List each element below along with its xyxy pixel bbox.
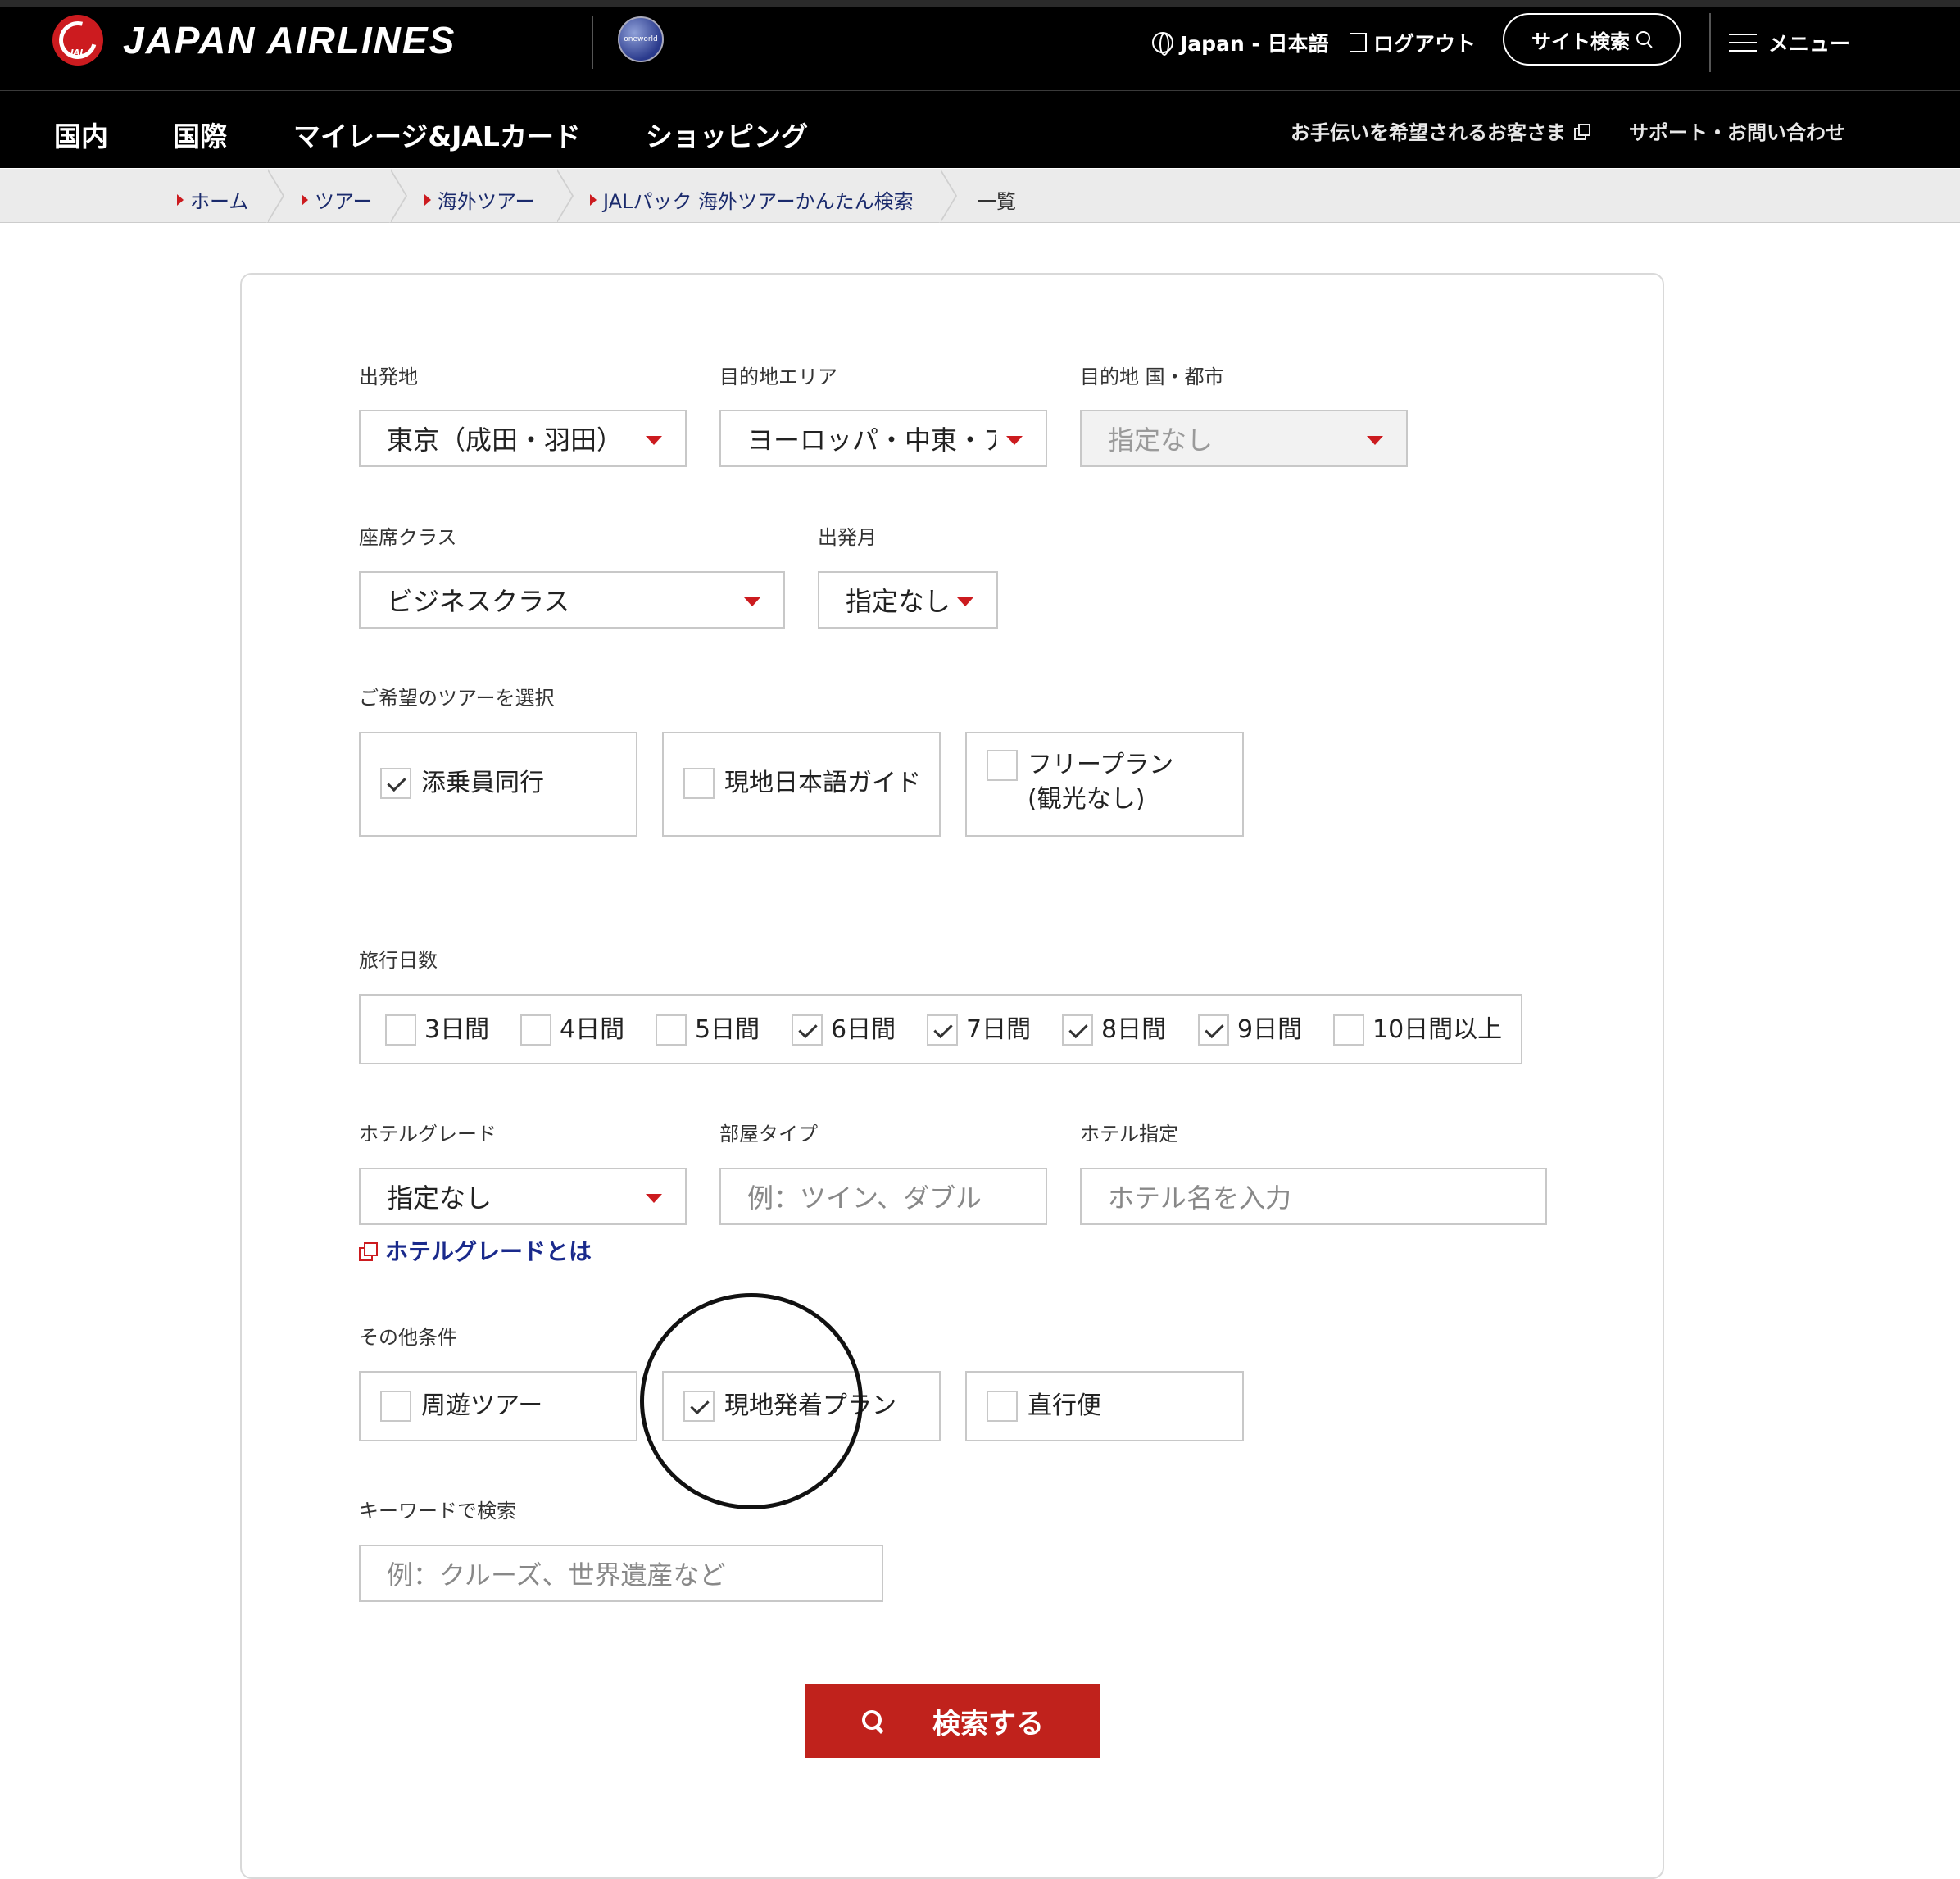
brand-name[interactable]: JAPAN AIRLINES <box>123 18 456 62</box>
caret-down-icon <box>1006 436 1023 445</box>
departure-select[interactable]: 東京（成田・羽田） <box>359 410 687 467</box>
tour-option-free-plan[interactable]: フリープラン (観光なし) <box>965 732 1244 837</box>
travel-days-label: 旅行日数 <box>359 949 438 972</box>
seat-class-label: 座席クラス <box>359 526 457 549</box>
day-5-checkbox[interactable] <box>656 1014 687 1046</box>
nav-assistance-link[interactable]: お手伝いを希望されるお客さま <box>1291 116 1590 145</box>
day-5-label[interactable]: 5日間 <box>695 1013 760 1047</box>
caret-right-icon <box>424 193 431 206</box>
departure-label: 出発地 <box>359 365 418 388</box>
nav-support-link[interactable]: サポート・お問い合わせ <box>1629 116 1845 145</box>
room-type-input[interactable]: 例：ツイン、ダブル <box>719 1168 1047 1225</box>
site-search-button[interactable]: サイト検索 <box>1503 13 1681 66</box>
breadcrumb-home[interactable]: ホーム <box>177 185 248 214</box>
destination-city-select[interactable]: 指定なし <box>1080 410 1408 467</box>
breadcrumb-separator <box>389 169 415 223</box>
language-selector[interactable]: Japan - 日本語 <box>1152 28 1329 57</box>
oneworld-logo-icon[interactable]: oneworld <box>618 16 664 62</box>
day-3-checkbox[interactable] <box>385 1014 416 1046</box>
departure-month-select[interactable]: 指定なし <box>818 571 998 629</box>
hotel-grade-label: ホテルグレード <box>359 1123 497 1146</box>
breadcrumb-tour[interactable]: ツアー <box>302 185 373 214</box>
tour-type-label: ご希望のツアーを選択 <box>359 687 555 710</box>
hotel-label: ホテル指定 <box>1080 1123 1178 1146</box>
caret-down-icon <box>957 597 973 606</box>
caret-down-icon <box>744 597 760 606</box>
destination-area-label: 目的地エリア <box>719 365 837 388</box>
menu-button[interactable]: メニュー <box>1729 28 1850 57</box>
checkbox-icon[interactable] <box>987 750 1018 781</box>
day-6-checkbox[interactable] <box>792 1014 823 1046</box>
new-window-icon <box>1574 123 1590 140</box>
checkbox-icon[interactable] <box>683 768 715 799</box>
day-7-checkbox[interactable] <box>927 1014 958 1046</box>
option-circular-tour[interactable]: 周遊ツアー <box>359 1371 637 1441</box>
destination-area-select[interactable]: ヨーロッパ・中東・ア <box>719 410 1047 467</box>
breadcrumb-search[interactable]: JALパック 海外ツアーかんたん検索 <box>590 185 914 214</box>
destination-city-label: 目的地 国・都市 <box>1080 365 1224 388</box>
logout-icon <box>1350 33 1367 52</box>
day-8-label[interactable]: 8日間 <box>1101 1013 1166 1047</box>
checkbox-icon[interactable] <box>683 1391 715 1422</box>
breadcrumb-separator <box>939 169 965 223</box>
nav-shopping[interactable]: ショッピング <box>646 115 808 154</box>
hotel-name-input[interactable]: ホテル名を入力 <box>1080 1168 1547 1225</box>
day-4-checkbox[interactable] <box>520 1014 551 1046</box>
room-type-label: 部屋タイプ <box>719 1123 818 1146</box>
breadcrumb-current: 一覧 <box>977 190 1016 213</box>
day-9-label[interactable]: 9日間 <box>1237 1013 1302 1047</box>
departure-month-label: 出発月 <box>818 526 877 549</box>
nav-international[interactable]: 国際 <box>173 115 227 154</box>
checkbox-icon[interactable] <box>380 1391 411 1422</box>
caret-down-icon <box>646 436 662 445</box>
day-10-label[interactable]: 10日間以上 <box>1372 1013 1502 1047</box>
search-icon <box>1636 31 1653 48</box>
tour-option-escorted[interactable]: 添乗員同行 <box>359 732 637 837</box>
other-conditions-label: その他条件 <box>359 1326 457 1349</box>
breadcrumb-overseas[interactable]: 海外ツアー <box>424 185 535 214</box>
seat-class-select[interactable]: ビジネスクラス <box>359 571 785 629</box>
day-7-label[interactable]: 7日間 <box>966 1013 1031 1047</box>
header-divider <box>592 16 593 69</box>
day-6-label[interactable]: 6日間 <box>831 1013 896 1047</box>
caret-down-icon <box>646 1194 662 1203</box>
caret-right-icon <box>302 193 308 206</box>
day-3-label[interactable]: 3日間 <box>424 1013 489 1047</box>
top-header: JAL JAPAN AIRLINES oneworld Japan - 日本語 … <box>0 0 1960 90</box>
hotel-grade-select[interactable]: 指定なし <box>359 1168 687 1225</box>
globe-icon <box>1152 32 1173 56</box>
hotel-grade-info-link[interactable]: ホテルグレードとは <box>359 1234 592 1267</box>
option-local-departure-plan[interactable]: 現地発着プラン <box>662 1371 941 1441</box>
keyword-label: キーワードで検索 <box>359 1500 516 1523</box>
menu-icon <box>1729 34 1757 52</box>
search-submit-button[interactable]: 検索する <box>805 1684 1100 1758</box>
header-divider <box>1709 13 1711 72</box>
tour-option-local-guide[interactable]: 現地日本語ガイド <box>662 732 941 837</box>
nav-mileage[interactable]: マイレージ&JALカード <box>293 115 581 154</box>
checkbox-icon[interactable] <box>380 768 411 799</box>
day-10-checkbox[interactable] <box>1333 1014 1364 1046</box>
search-icon <box>862 1710 883 1731</box>
caret-right-icon <box>177 193 184 206</box>
nav-domestic[interactable]: 国内 <box>54 115 108 154</box>
day-9-checkbox[interactable] <box>1198 1014 1229 1046</box>
external-link-icon <box>359 1242 378 1261</box>
search-form-card <box>240 273 1664 1879</box>
day-8-checkbox[interactable] <box>1062 1014 1093 1046</box>
logout-link[interactable]: ログアウト <box>1350 28 1476 57</box>
jal-logo-icon[interactable]: JAL <box>52 14 104 66</box>
checkbox-icon[interactable] <box>987 1391 1018 1422</box>
keyword-input[interactable]: 例：クルーズ、世界遺産など <box>359 1545 883 1602</box>
caret-down-icon <box>1367 436 1383 445</box>
breadcrumb-separator <box>556 169 582 223</box>
caret-right-icon <box>590 193 597 206</box>
day-4-label[interactable]: 4日間 <box>560 1013 624 1047</box>
option-direct-flight[interactable]: 直行便 <box>965 1371 1244 1441</box>
breadcrumb-separator <box>266 169 293 223</box>
